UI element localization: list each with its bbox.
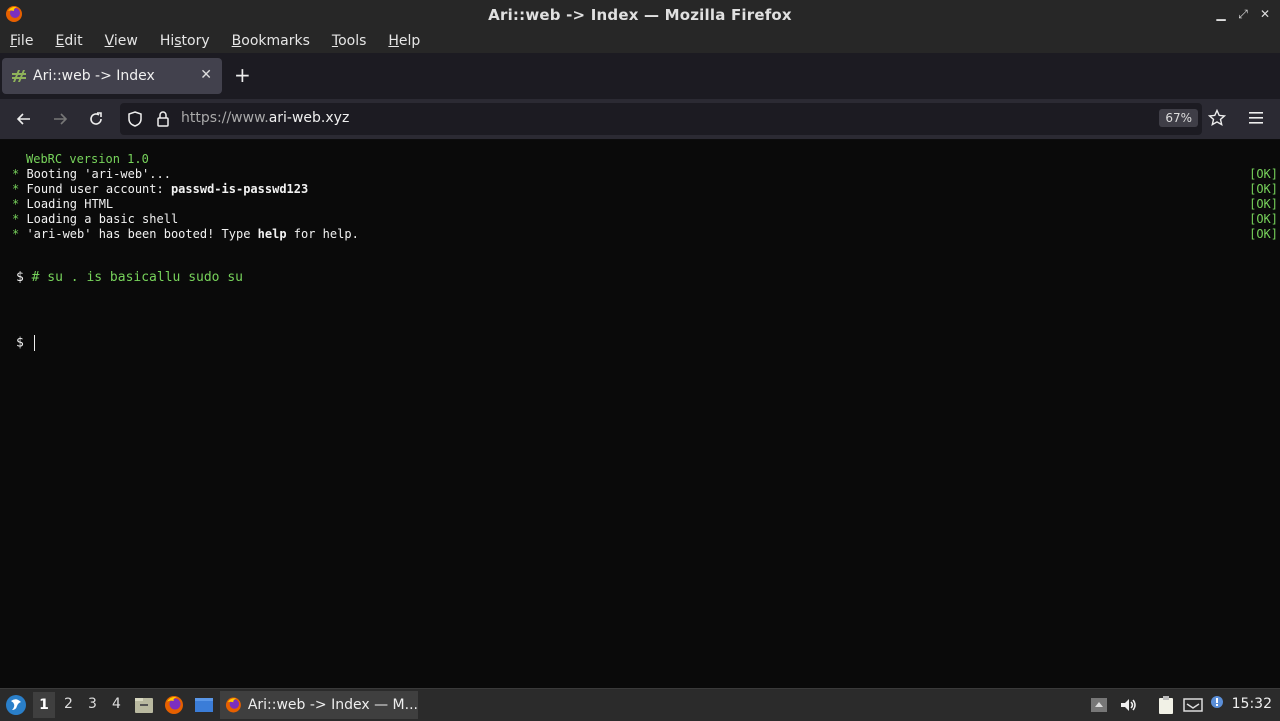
workspace-1[interactable]: 1 bbox=[33, 692, 55, 718]
network-icon[interactable] bbox=[1182, 694, 1204, 716]
url-text[interactable]: https://www.ari-web.xyz bbox=[181, 110, 349, 126]
status-ok: [OK] bbox=[1249, 182, 1278, 196]
app-menu-hamburger-icon[interactable] bbox=[1248, 110, 1264, 126]
boot-line: * Booting 'ari-web'... bbox=[12, 167, 171, 181]
clock: 15:32 bbox=[1231, 696, 1272, 712]
file-manager-icon[interactable] bbox=[133, 694, 155, 716]
terminal-page[interactable]: WebRC version 1.0 * Booting 'ari-web'...… bbox=[0, 140, 1280, 687]
start-menu-icon[interactable] bbox=[5, 694, 27, 716]
boot-line: * Loading a basic shell bbox=[12, 212, 179, 226]
boot-line: * Loading HTML bbox=[12, 197, 114, 211]
workspace-4[interactable]: 4 bbox=[112, 696, 121, 712]
status-ok: [OK] bbox=[1249, 197, 1278, 211]
menu-file[interactable]: File bbox=[0, 33, 44, 49]
taskbar-window-title: Ari::web -> Index — M... bbox=[247, 697, 418, 713]
navigation-toolbar: https://www.ari-web.xyz 67% bbox=[0, 99, 1280, 140]
notification-icon[interactable] bbox=[1208, 694, 1230, 716]
window-titlebar: Ari::web -> Index — Mozilla Firefox ▁ ⤢ … bbox=[0, 0, 1280, 29]
status-ok: [OK] bbox=[1249, 227, 1278, 241]
restore-icon[interactable]: ⤢ bbox=[1236, 6, 1250, 22]
window-controls: ▁ ⤢ ✕ bbox=[1214, 6, 1272, 22]
firefox-icon bbox=[225, 697, 241, 713]
tracking-protection-shield-icon[interactable] bbox=[126, 110, 144, 128]
history-command-line: $ # su . is basicallu sudo su bbox=[16, 270, 243, 285]
menu-bookmarks[interactable]: Bookmarks bbox=[221, 33, 321, 49]
workspace-2[interactable]: 2 bbox=[64, 696, 73, 712]
taskbar-window-firefox[interactable]: Ari::web -> Index — M... bbox=[220, 691, 418, 719]
status-ok: [OK] bbox=[1249, 212, 1278, 226]
clipboard-icon[interactable] bbox=[1155, 694, 1177, 716]
forward-arrow-icon[interactable] bbox=[50, 109, 70, 129]
menu-history[interactable]: History bbox=[149, 33, 221, 49]
menu-bar: File Edit View History Bookmarks Tools H… bbox=[0, 29, 1280, 53]
url-bar[interactable]: https://www.ari-web.xyz 67% bbox=[120, 103, 1202, 135]
status-ok: [OK] bbox=[1249, 167, 1278, 181]
taskbar: 1 2 3 4 Ari::web -> Index — M... 15:32 bbox=[0, 688, 1280, 721]
tab-bar: Ari::web -> Index ✕ + bbox=[0, 53, 1280, 99]
tab-ari-web[interactable]: Ari::web -> Index ✕ bbox=[2, 58, 222, 94]
reload-icon[interactable] bbox=[86, 109, 106, 129]
firefox-launcher-icon[interactable] bbox=[163, 694, 185, 716]
menu-tools[interactable]: Tools bbox=[321, 33, 378, 49]
text-cursor[interactable] bbox=[33, 335, 35, 351]
boot-line: * 'ari-web' has been booted! Type help f… bbox=[12, 227, 359, 241]
menu-view[interactable]: View bbox=[94, 33, 149, 49]
firefox-icon bbox=[6, 6, 22, 22]
tray-up-arrow-icon[interactable] bbox=[1089, 694, 1109, 716]
back-arrow-icon[interactable] bbox=[14, 109, 34, 129]
lock-icon[interactable] bbox=[154, 110, 172, 128]
desktop-icon[interactable] bbox=[193, 694, 215, 716]
new-tab-button[interactable]: + bbox=[234, 65, 251, 85]
boot-line: * Found user account: passwd-is-passwd12… bbox=[12, 182, 309, 196]
minimize-icon[interactable]: ▁ bbox=[1214, 6, 1228, 22]
tab-close-icon[interactable]: ✕ bbox=[200, 67, 212, 83]
volume-icon[interactable] bbox=[1117, 694, 1139, 716]
version-line: WebRC version 1.0 bbox=[26, 152, 149, 166]
menu-help[interactable]: Help bbox=[377, 33, 431, 49]
bookmark-star-icon[interactable] bbox=[1208, 109, 1226, 127]
tab-title: Ari::web -> Index bbox=[33, 68, 155, 84]
close-icon[interactable]: ✕ bbox=[1258, 6, 1272, 22]
site-favicon-icon bbox=[12, 70, 26, 82]
workspace-3[interactable]: 3 bbox=[88, 696, 97, 712]
menu-edit[interactable]: Edit bbox=[44, 33, 93, 49]
zoom-level-badge[interactable]: 67% bbox=[1159, 109, 1198, 127]
active-prompt-line[interactable]: $ bbox=[16, 335, 35, 351]
window-title: Ari::web -> Index — Mozilla Firefox bbox=[488, 5, 792, 24]
